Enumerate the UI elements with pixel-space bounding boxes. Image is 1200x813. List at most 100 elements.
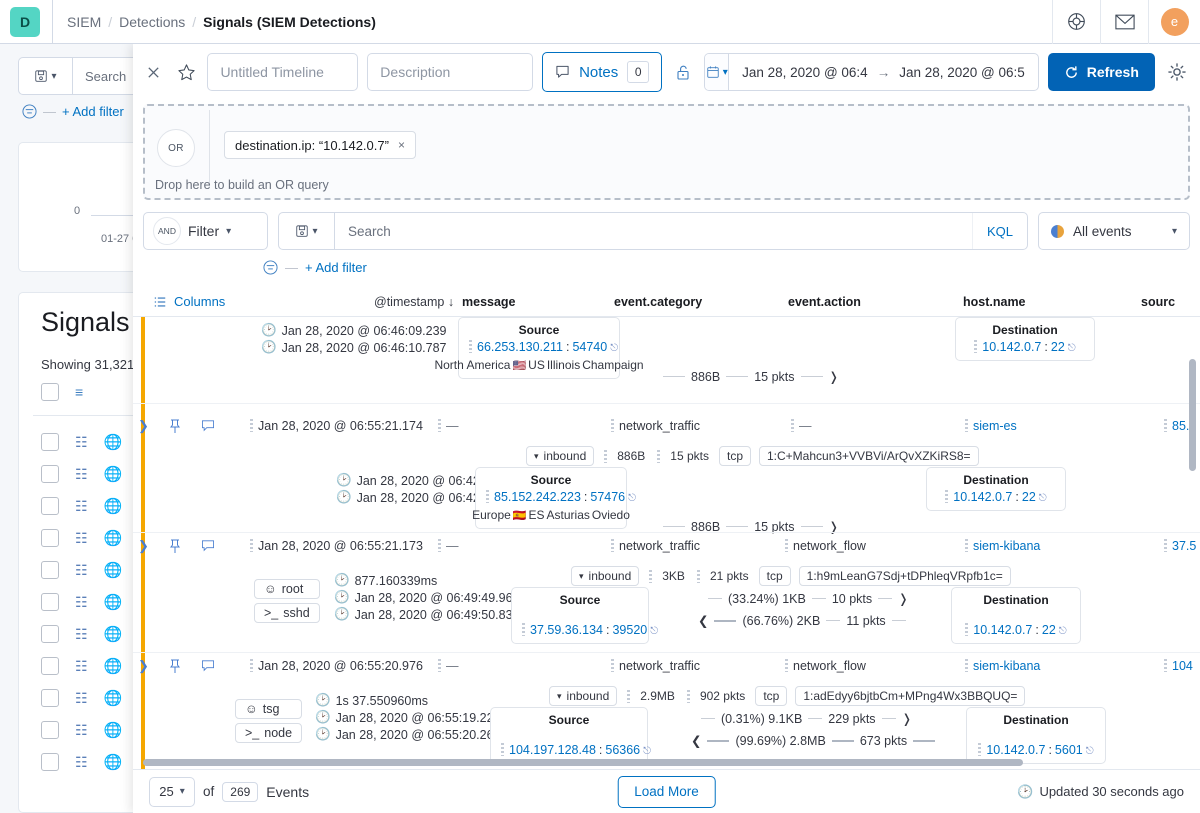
table-row[interactable]: ☷ 🌐: [41, 657, 122, 675]
drag-handle-icon[interactable]: [611, 659, 614, 672]
pin-icon[interactable]: [169, 539, 181, 554]
geo-region[interactable]: Illinois: [547, 358, 580, 372]
destination-box[interactable]: Destination 10.142.0.7:22 ⎋: [955, 317, 1095, 361]
drag-handle-icon[interactable]: [486, 490, 489, 503]
table-row[interactable]: ☷ 🌐: [41, 529, 122, 547]
geo-country[interactable]: US: [528, 358, 545, 372]
total-bytes[interactable]: 2.9MB: [625, 687, 677, 705]
comment-icon[interactable]: [201, 540, 215, 552]
total-packets[interactable]: 21 pkts: [695, 567, 751, 585]
source-ip[interactable]: 66.253.130.211: [477, 340, 563, 354]
out-percent-bytes[interactable]: (33.24%) 1KB: [728, 592, 806, 606]
row-checkbox[interactable]: [41, 721, 59, 739]
columns-button[interactable]: Columns: [153, 294, 225, 309]
search-input[interactable]: Search: [335, 213, 972, 249]
destination-port[interactable]: 22: [1051, 340, 1065, 354]
source-endpoint[interactable]: 66.253.130.211:54740 ⎋: [469, 340, 618, 354]
date-start[interactable]: Jan 28, 2020 @ 06:4: [742, 65, 868, 80]
destination-port[interactable]: 22: [1042, 623, 1056, 637]
source-box[interactable]: Source 85.152.242.223:57476 ⎋ Europe 🇪🇸 E…: [472, 467, 636, 529]
row-checkbox[interactable]: [41, 593, 59, 611]
destination-box[interactable]: Destination 10.142.0.7:22 ⎋: [951, 587, 1081, 644]
drag-handle-icon[interactable]: [611, 539, 614, 552]
cell-message[interactable]: —: [438, 419, 459, 433]
event-summary-row[interactable]: ❯ Jan 28, 2020 @ 06:55:20.976 — network_…: [133, 653, 1200, 679]
external-link-icon[interactable]: ⎋: [1039, 493, 1047, 504]
cell-timestamp[interactable]: Jan 28, 2020 @ 06:55:20.976: [250, 659, 423, 673]
geo-continent[interactable]: Europe: [472, 508, 511, 522]
comment-icon[interactable]: [201, 660, 215, 672]
destination-endpoint[interactable]: 10.142.0.7:22 ⎋: [962, 623, 1070, 637]
process-chip[interactable]: >_ sshd: [254, 603, 320, 623]
community-id-chip[interactable]: 1:h9mLeanG7Sdj+tDPhleqVRpfb1c=: [798, 566, 1011, 586]
table-row[interactable]: ☷ 🌐: [41, 433, 122, 451]
out-packets[interactable]: 229 pkts: [828, 712, 875, 726]
date-range-values[interactable]: Jan 28, 2020 @ 06:4 → Jan 28, 2020 @ 06:…: [729, 54, 1038, 90]
community-id-chip[interactable]: 1:C+Mahcun3+VVBVi/ArQvXZKiRS8=: [759, 446, 979, 466]
row-checkbox[interactable]: [41, 625, 59, 643]
destination-port[interactable]: 5601: [1055, 743, 1083, 757]
drag-handle-icon[interactable]: [978, 743, 982, 756]
external-link-icon[interactable]: ⎋: [1059, 626, 1067, 637]
table-row[interactable]: 🕑 Jan 28, 2020 @ 06:46:09.239 🕑 Jan 28, 20…: [133, 317, 1200, 413]
total-bytes[interactable]: 886B: [602, 447, 647, 465]
total-packets[interactable]: 15 pkts: [655, 447, 711, 465]
cell-host-name[interactable]: siem-kibana: [965, 539, 1040, 553]
row-checkbox[interactable]: [41, 433, 59, 451]
column-header-host-name[interactable]: host.name: [963, 295, 1026, 309]
cell-message[interactable]: —: [438, 659, 459, 673]
drag-handle-icon[interactable]: [438, 419, 441, 432]
lock-toggle-button[interactable]: [671, 59, 695, 85]
table-row[interactable]: ☷ 🌐: [41, 721, 122, 739]
drag-handle-icon[interactable]: [611, 419, 614, 432]
or-drop-zone[interactable]: OR destination.ip: “10.142.0.7” × Drop h…: [143, 104, 1190, 200]
date-picker-quick-menu[interactable]: ▾: [705, 54, 730, 90]
destination-ip[interactable]: 10.142.0.7: [982, 340, 1041, 354]
table-row[interactable]: ☷ 🌐: [41, 465, 122, 483]
close-timeline-button[interactable]: [141, 59, 165, 85]
destination-endpoint[interactable]: 10.142.0.7:5601 ⎋: [977, 743, 1095, 757]
source-box[interactable]: Source 66.253.130.211:54740 ⎋ North Ameri…: [434, 317, 644, 379]
notes-button[interactable]: Notes 0: [542, 52, 663, 92]
date-end[interactable]: Jan 28, 2020 @ 06:5: [899, 65, 1025, 80]
drag-handle-icon[interactable]: [250, 659, 253, 672]
table-row[interactable]: ☷ 🌐: [41, 753, 122, 771]
row-checkbox[interactable]: [41, 529, 59, 547]
drag-handle-icon[interactable]: [965, 659, 968, 672]
source-box[interactable]: Source 104.197.128.48:56366 ⎋: [490, 707, 651, 764]
source-port[interactable]: 54740: [572, 340, 607, 354]
row-checkbox[interactable]: [41, 753, 59, 771]
drag-handle-icon[interactable]: [686, 689, 690, 703]
column-header-source-ip[interactable]: sourc: [1141, 295, 1175, 309]
external-link-icon[interactable]: ⎋: [1068, 343, 1076, 354]
data-provider-pill[interactable]: destination.ip: “10.142.0.7” ×: [224, 131, 416, 159]
breadcrumb-item-siem[interactable]: SIEM: [67, 14, 101, 30]
drag-handle-icon[interactable]: [785, 539, 788, 552]
help-button[interactable]: [1052, 0, 1100, 44]
drag-handle-icon[interactable]: [965, 539, 968, 552]
favorite-button[interactable]: [174, 59, 198, 85]
timeline-title-input[interactable]: Untitled Timeline: [207, 53, 359, 91]
community-id-chip[interactable]: 1:adEdyy6bjtbCm+MPng4Wx3BBQUQ=: [795, 686, 1026, 706]
geo-country[interactable]: ES: [529, 508, 545, 522]
process-chip[interactable]: >_ node: [235, 723, 303, 743]
external-link-icon[interactable]: ⎋: [610, 343, 618, 354]
in-packets[interactable]: 11 pkts: [846, 614, 885, 628]
table-row[interactable]: ☷ 🌐: [41, 593, 122, 611]
column-header-message[interactable]: message: [462, 295, 516, 309]
cell-timestamp[interactable]: Jan 28, 2020 @ 06:55:21.173: [250, 539, 423, 553]
drag-handle-icon[interactable]: [627, 689, 631, 703]
kql-toggle[interactable]: KQL: [971, 213, 1027, 249]
source-ip[interactable]: 37.59.36.134: [530, 623, 603, 637]
drag-handle-icon[interactable]: [438, 539, 441, 552]
pin-icon[interactable]: [169, 419, 181, 434]
drag-handle-icon[interactable]: [250, 419, 253, 432]
cell-event-action[interactable]: network_flow: [785, 539, 866, 553]
destination-ip[interactable]: 10.142.0.7: [986, 743, 1045, 757]
comment-icon[interactable]: [201, 420, 215, 432]
cell-source-ip[interactable]: 104: [1164, 659, 1193, 673]
events-type-dropdown[interactable]: All events ▾: [1038, 212, 1190, 250]
drag-handle-icon[interactable]: [1164, 539, 1167, 552]
drag-handle-icon[interactable]: [649, 569, 653, 583]
drag-handle-icon[interactable]: [469, 340, 472, 353]
